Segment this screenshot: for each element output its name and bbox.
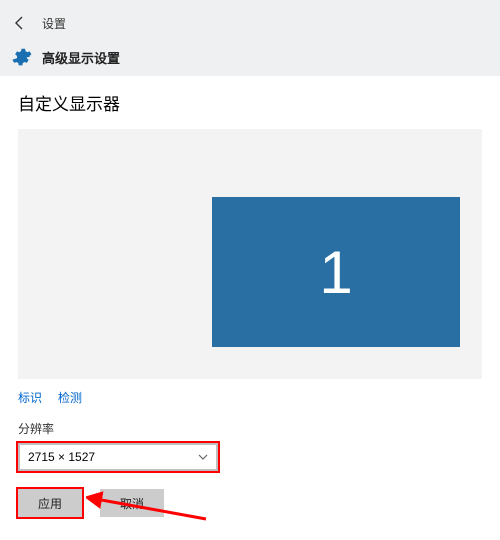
subheader-title: 高级显示设置 [42,48,120,67]
detect-link[interactable]: 检测 [58,389,82,406]
action-button-row: 应用 取消 [18,489,482,517]
chevron-down-icon [198,452,208,463]
window-titlebar: 设置 [0,0,500,46]
apply-button[interactable]: 应用 [18,489,82,517]
display-action-links: 标识 检测 [18,389,482,406]
display-arrangement-area[interactable]: 1 [18,129,482,379]
cancel-button[interactable]: 取消 [100,489,164,517]
back-icon[interactable] [12,15,28,31]
resolution-value: 2715 × 1527 [28,450,95,464]
page-subheader: 高级显示设置 [0,46,500,76]
page-title: 自定义显示器 [18,90,482,115]
gear-icon [10,46,32,68]
settings-breadcrumb[interactable]: 设置 [42,15,66,32]
identify-link[interactable]: 标识 [18,389,42,406]
resolution-dropdown[interactable]: 2715 × 1527 [18,443,218,471]
content-area: 自定义显示器 1 标识 检测 分辨率 2715 × 1527 应用 取消 [0,76,500,527]
monitor-tile-1[interactable]: 1 [212,197,460,347]
monitor-number: 1 [319,238,352,307]
resolution-label: 分辨率 [18,420,482,437]
